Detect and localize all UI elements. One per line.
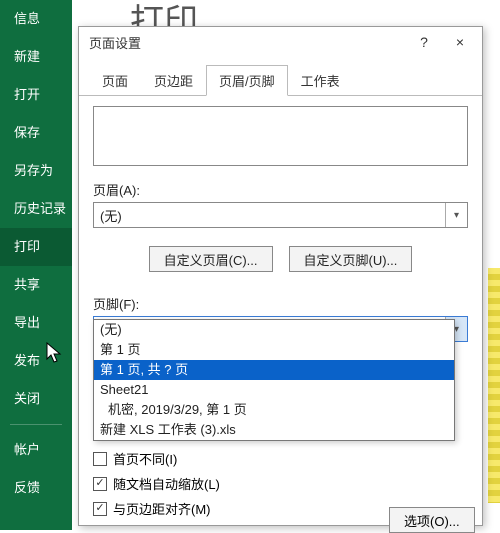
help-button[interactable]: ? [406, 28, 442, 56]
header-label: 页眉(A): [93, 180, 468, 199]
sidebar-item-publish[interactable]: 发布 [0, 342, 72, 380]
footer-option[interactable]: 第 1 页, 共 ? 页 [94, 360, 454, 380]
backstage-sidebar: 信息 新建 打开 保存 另存为 历史记录 打印 共享 导出 发布 关闭 帐户 反… [0, 0, 72, 530]
footer-label: 页脚(F): [93, 294, 468, 313]
custom-footer-button[interactable]: 自定义页脚(U)... [289, 246, 413, 272]
check-label: 随文档自动缩放(L) [113, 474, 220, 493]
options-button[interactable]: 选项(O)... [389, 507, 475, 533]
chevron-down-icon[interactable]: ▾ [445, 203, 467, 227]
sidebar-item-account[interactable]: 帐户 [0, 431, 72, 469]
footer-option[interactable]: 新建 XLS 工作表 (3).xls [94, 420, 454, 440]
custom-header-button[interactable]: 自定义页眉(C)... [149, 246, 273, 272]
footer-dropdown: (无) 第 1 页 第 1 页, 共 ? 页 Sheet21 机密, 2019/… [93, 319, 455, 441]
sidebar-item-new[interactable]: 新建 [0, 38, 72, 76]
header-combo[interactable]: (无) ▾ [93, 202, 468, 228]
tab-header-footer[interactable]: 页眉/页脚 [206, 65, 288, 96]
tab-sheet[interactable]: 工作表 [288, 65, 353, 96]
preview-strip [488, 268, 500, 503]
checkbox-group: 首页不同(I) ✓ 随文档自动缩放(L) ✓ 与页边距对齐(M) [93, 449, 220, 518]
sidebar-item-saveas[interactable]: 另存为 [0, 152, 72, 190]
checkbox-icon: ✓ [93, 502, 107, 516]
sidebar-item-info[interactable]: 信息 [0, 0, 72, 38]
sidebar-item-close[interactable]: 关闭 [0, 380, 72, 418]
page-setup-dialog: 页面设置 ? × 页面 页边距 页眉/页脚 工作表 页眉(A): (无) ▾ 自… [78, 26, 483, 526]
tab-strip: 页面 页边距 页眉/页脚 工作表 [79, 57, 482, 96]
tab-page[interactable]: 页面 [89, 65, 141, 96]
dialog-title: 页面设置 [89, 33, 406, 52]
header-combo-value: (无) [94, 206, 445, 225]
sidebar-item-print[interactable]: 打印 [0, 228, 72, 266]
sidebar-divider [10, 424, 62, 425]
check-align-with-margins[interactable]: ✓ 与页边距对齐(M) [93, 499, 220, 518]
close-button[interactable]: × [442, 28, 478, 56]
dialog-titlebar: 页面设置 ? × [79, 27, 482, 57]
sidebar-item-share[interactable]: 共享 [0, 266, 72, 304]
check-scale-with-doc[interactable]: ✓ 随文档自动缩放(L) [93, 474, 220, 493]
checkbox-icon: ✓ [93, 477, 107, 491]
footer-dropdown-list[interactable]: (无) 第 1 页 第 1 页, 共 ? 页 Sheet21 机密, 2019/… [94, 320, 454, 440]
check-label: 首页不同(I) [113, 449, 177, 468]
footer-option[interactable]: Sheet21 [94, 380, 454, 400]
footer-option[interactable]: 第 1 页 [94, 340, 454, 360]
checkbox-icon [93, 452, 107, 466]
sidebar-item-save[interactable]: 保存 [0, 114, 72, 152]
footer-option[interactable]: 机密, 2019/3/29, 第 1 页 [94, 400, 454, 420]
sidebar-item-open[interactable]: 打开 [0, 76, 72, 114]
sidebar-item-history[interactable]: 历史记录 [0, 190, 72, 228]
check-label: 与页边距对齐(M) [113, 499, 211, 518]
sidebar-item-feedback[interactable]: 反馈 [0, 469, 72, 507]
sidebar-item-export[interactable]: 导出 [0, 304, 72, 342]
check-first-page-different[interactable]: 首页不同(I) [93, 449, 220, 468]
footer-option[interactable]: (无) [94, 320, 454, 340]
header-preview-box [93, 106, 468, 166]
tab-margins[interactable]: 页边距 [141, 65, 206, 96]
